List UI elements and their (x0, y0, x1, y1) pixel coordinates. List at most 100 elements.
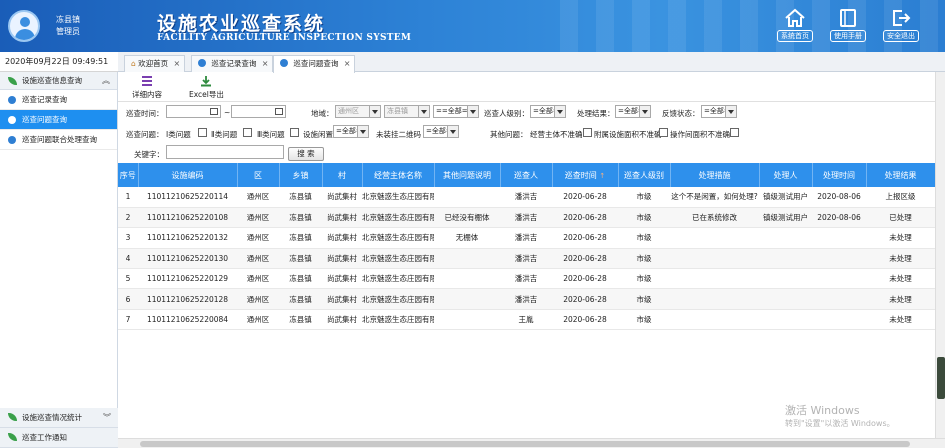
issue-type3-label: Ⅲ类问题 (257, 130, 285, 139)
table-cell: 市级 (618, 309, 670, 331)
col-header[interactable]: 乡镇 (279, 163, 323, 187)
idle-label: 设施闲置 (303, 130, 333, 139)
user-role: 管理员 (56, 27, 80, 36)
col-header-sorted[interactable]: 巡查时间 ↑ (552, 163, 619, 187)
col-header[interactable]: 区 (237, 163, 280, 187)
table-row[interactable]: 7 11011210625220084 通州区 冻县镇 尚武集村 北京魅惑生态庄园有限 王胤… (118, 309, 935, 331)
end-date-input[interactable] (231, 105, 286, 118)
result-select[interactable]: =全部= (615, 105, 651, 118)
logout-button[interactable]: 安全退出 (880, 8, 922, 44)
table-row[interactable]: 1 11011210625220114 通州区 冻县镇 尚武集村 北京魅惑生态庄园有限 潘洪… (118, 187, 935, 208)
table-cell (434, 248, 500, 270)
manual-button[interactable]: 使用手册 (827, 8, 869, 44)
date-separator: ~ (224, 108, 231, 117)
issue-type1-checkbox[interactable] (198, 128, 207, 137)
sidebar-group-query[interactable]: 设施巡查信息查询 ︽ (0, 72, 117, 90)
scrollbar-thumb[interactable] (937, 357, 945, 399)
chevron-down-icon (372, 110, 378, 114)
table-cell (812, 309, 866, 331)
table-cell: 潘洪吉 (500, 227, 552, 249)
other-opt3-label: 操作间面积不准确 (670, 130, 730, 139)
chevron-down-icon (450, 130, 456, 134)
inspector-level-value: =全部= (533, 107, 559, 115)
district-select[interactable]: 通州区 (335, 105, 381, 118)
qr-select[interactable]: =全部= (423, 125, 459, 138)
home-icon: ⌂ (131, 59, 136, 68)
issue-type3-checkbox[interactable] (290, 128, 299, 137)
table-row[interactable]: 4 11011210625220130 通州区 冻县镇 尚武集村 北京魅惑生态庄园有限 潘洪… (118, 248, 935, 270)
table-row[interactable]: 6 11011210625220128 通州区 冻县镇 尚武集村 北京魅惑生态庄园有限 潘洪… (118, 288, 935, 310)
table-cell: 北京魅惑生态庄园有限 (362, 309, 434, 331)
other-opt2-checkbox[interactable] (659, 128, 668, 137)
close-icon[interactable]: × (173, 56, 180, 71)
tab-records[interactable]: 巡查记录查询 × (191, 55, 274, 72)
idle-select[interactable]: =全部= (333, 125, 369, 138)
table-cell (812, 268, 866, 290)
table-cell (434, 187, 500, 208)
table-cell: 冻县镇 (279, 187, 322, 208)
col-header[interactable]: 村 (322, 163, 363, 187)
sidebar-item-issues[interactable]: 巡查问题查询 (0, 110, 117, 130)
sidebar-item-records[interactable]: 巡查记录查询 (0, 90, 117, 110)
search-button[interactable]: 搜 索 (288, 147, 324, 161)
table-cell: 冻县镇 (279, 288, 322, 310)
sidebar-group-notice[interactable]: 巡查工作通知 (0, 428, 118, 448)
col-header[interactable]: 巡查人 (500, 163, 553, 187)
list-icon (142, 76, 152, 86)
inspector-level-select[interactable]: =全部= (530, 105, 566, 118)
col-header[interactable]: 处理结果 (866, 163, 936, 187)
village-select[interactable]: ==全部== (433, 105, 479, 118)
col-header[interactable]: 处理人 (759, 163, 813, 187)
vertical-scrollbar[interactable] (935, 72, 945, 438)
issue-type2-checkbox[interactable] (243, 128, 252, 137)
issue-table: 序号 设施编码 区 乡镇 村 经营主体名称 其他问题说明 巡查人 巡查时间 ↑ … (118, 163, 936, 331)
table-cell: 通州区 (237, 227, 279, 249)
tab-welcome[interactable]: ⌂ 欢迎首页 × (124, 55, 186, 72)
other-opt1-checkbox[interactable] (583, 128, 592, 137)
col-header[interactable]: 处理措施 (670, 163, 760, 187)
table-row[interactable]: 5 11011210625220129 通州区 冻县镇 尚武集村 北京魅惑生态庄园有限 潘洪… (118, 268, 935, 290)
app-header: 冻县镇 管理员 设施农业巡查系统 FACILITY AGRICULTURE IN… (0, 0, 945, 52)
table-row[interactable]: 3 11011210625220132 通州区 冻县镇 尚武集村 北京魅惑生态庄园有限 无棚… (118, 227, 935, 249)
chevron-down-icon (470, 110, 476, 114)
other-opt3-checkbox[interactable] (730, 128, 739, 137)
table-cell: 潘洪吉 (500, 248, 552, 270)
horizontal-scrollbar[interactable] (118, 438, 945, 448)
sidebar-group-stats[interactable]: 设施巡查情况统计 ︾ (0, 408, 118, 428)
col-header[interactable]: 处理时间 (812, 163, 867, 187)
table-cell: 北京魅惑生态庄园有限 (362, 207, 434, 229)
table-cell: 镇级测试用户 (759, 187, 812, 208)
table-cell: 2020-06-28 (552, 227, 618, 249)
col-header[interactable]: 巡查人级别 (618, 163, 671, 187)
scrollbar-thumb[interactable] (140, 441, 910, 447)
table-cell: 北京魅惑生态庄园有限 (362, 187, 434, 208)
close-icon[interactable]: × (344, 56, 351, 71)
town-select[interactable]: 冻县镇 (384, 105, 430, 118)
table-cell: 7 (118, 309, 138, 331)
sidebar-item-joint-issues[interactable]: 巡查问题联合处理查询 (0, 130, 117, 150)
home-button[interactable]: 系统首页 (774, 8, 816, 44)
table-cell: 4 (118, 248, 138, 270)
col-header[interactable]: 其他问题说明 (434, 163, 501, 187)
issue-label: 巡查问题： (126, 130, 164, 139)
export-excel-button[interactable]: Excel导出 (189, 75, 224, 100)
col-header[interactable]: 序号 (118, 163, 139, 187)
table-cell: 尚武集村 (322, 187, 362, 208)
table-cell: 冻县镇 (279, 309, 322, 331)
start-date-input[interactable] (166, 105, 221, 118)
col-header[interactable]: 经营主体名称 (362, 163, 435, 187)
table-row[interactable]: 2 11011210625220108 通州区 冻县镇 尚武集村 北京魅惑生态庄园有限 已经… (118, 207, 935, 229)
table-cell: 11011210625220128 (138, 288, 237, 310)
table-cell: 通州区 (237, 187, 279, 208)
tab-bar: ⌂ 欢迎首页 × 巡查记录查询 × 巡查问题查询 × (118, 52, 945, 73)
user-name: 冻县镇 (56, 15, 80, 24)
detail-button[interactable]: 详细内容 (132, 75, 162, 100)
chevron-down-icon (360, 130, 366, 134)
calendar-icon (275, 108, 283, 115)
keyword-input[interactable] (166, 145, 284, 159)
table-cell: 11011210625220108 (138, 207, 237, 229)
col-header[interactable]: 设施编码 (138, 163, 238, 187)
close-icon[interactable]: × (262, 56, 269, 71)
tab-issues[interactable]: 巡查问题查询 × (273, 55, 356, 73)
feedback-select[interactable]: =全部= (701, 105, 737, 118)
